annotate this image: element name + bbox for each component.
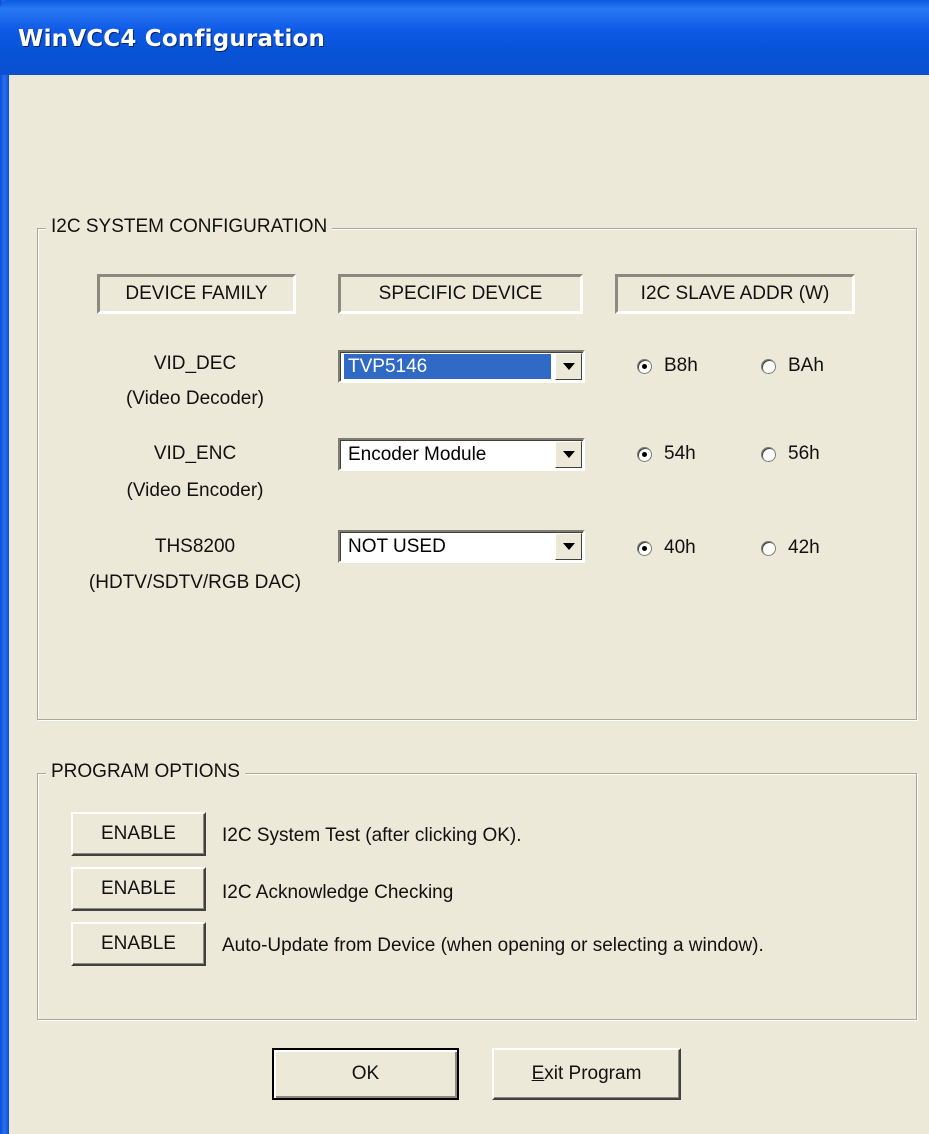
device-family-name: VID_ENC [153, 443, 237, 464]
i2c-group-legend: I2C SYSTEM CONFIGURATION [46, 216, 333, 238]
header-device-family: DEVICE FAMILY [97, 274, 296, 314]
window-title: WinVCC4 Configuration [18, 26, 326, 52]
radio-label: BAh [788, 355, 824, 376]
program-options-legend: PROGRAM OPTIONS [46, 761, 245, 783]
radio-label: 56h [788, 443, 820, 464]
ths8200-device-value: NOT USED [348, 536, 446, 557]
exit-label-rest: xit Program [544, 1063, 642, 1084]
config-window: WinVCC4 Configuration I2C SYSTEM CONFIGU… [0, 0, 929, 1134]
radio-selected-icon [637, 446, 652, 462]
radio-label: 54h [664, 443, 696, 464]
vid-enc-device-value: Encoder Module [348, 444, 487, 465]
ok-button[interactable]: OK [272, 1048, 459, 1100]
vid-dec-addr-b8h[interactable]: B8h [637, 355, 698, 377]
device-family-desc: (HDTV/SDTV/RGB DAC) [88, 572, 302, 593]
vid-enc-addr-54h[interactable]: 54h [637, 443, 696, 465]
device-family-desc: (Video Encoder) [126, 480, 264, 501]
radio-unselected-icon [761, 446, 776, 462]
chevron-down-icon[interactable] [555, 353, 582, 380]
vid-dec-addr-bah[interactable]: BAh [761, 355, 824, 377]
radio-label: 42h [788, 537, 820, 558]
enable-system-test-button[interactable]: ENABLE [71, 812, 206, 856]
ths8200-addr-42h[interactable]: 42h [761, 537, 820, 559]
exit-program-button[interactable]: Exit Program [492, 1048, 681, 1100]
vid-dec-device-value: TVP5146 [344, 354, 551, 379]
ths8200-device-select[interactable]: NOT USED [338, 530, 585, 563]
device-family-desc: (Video Decoder) [125, 388, 264, 409]
device-family-name: THS8200 [154, 536, 236, 557]
title-bar[interactable]: WinVCC4 Configuration [0, 0, 929, 75]
header-specific-device: SPECIFIC DEVICE [338, 274, 583, 314]
system-test-label: I2C System Test (after clicking OK). [222, 825, 522, 846]
enable-ack-check-button[interactable]: ENABLE [71, 867, 206, 911]
vid-enc-device-select[interactable]: Encoder Module [338, 438, 585, 471]
chevron-down-icon[interactable] [555, 533, 582, 560]
radio-selected-icon [637, 540, 652, 556]
radio-unselected-icon [761, 358, 776, 374]
ths8200-addr-40h[interactable]: 40h [637, 537, 696, 559]
vid-dec-device-select[interactable]: TVP5146 [338, 350, 585, 383]
header-slave-addr: I2C SLAVE ADDR (W) [615, 274, 855, 314]
device-family-name: VID_DEC [153, 353, 237, 374]
exit-mnemonic: E [531, 1063, 545, 1084]
radio-label: B8h [664, 355, 698, 376]
ack-check-label: I2C Acknowledge Checking [222, 882, 454, 903]
radio-label: 40h [664, 537, 696, 558]
vid-enc-addr-56h[interactable]: 56h [761, 443, 820, 465]
chevron-down-icon[interactable] [555, 441, 582, 468]
auto-update-label: Auto-Update from Device (when opening or… [222, 935, 764, 956]
radio-unselected-icon [761, 540, 776, 556]
enable-auto-update-button[interactable]: ENABLE [71, 922, 206, 966]
radio-selected-icon [637, 358, 652, 374]
window-frame-left [0, 0, 9, 1134]
